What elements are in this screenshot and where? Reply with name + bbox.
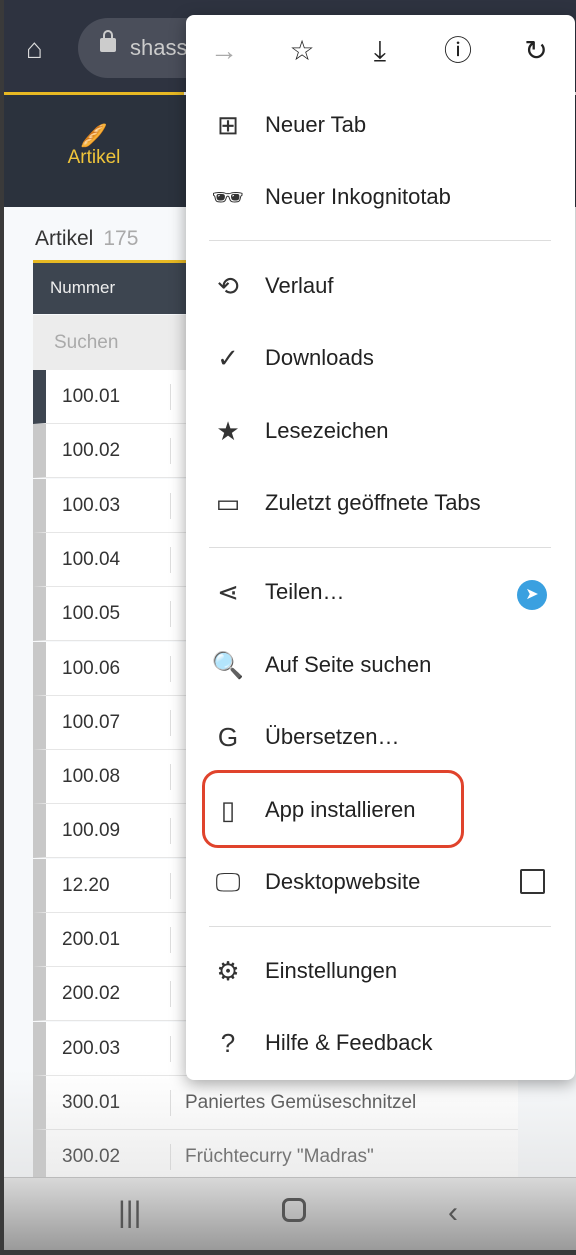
row-nummer: 100.08 — [62, 766, 121, 788]
menu-item-history[interactable]: ⟲ Verlauf — [186, 256, 575, 316]
back-icon[interactable]: ‹ — [448, 1196, 458, 1230]
browser-menu: → ☆ ⤓ ⓘ ↻ ⊞ Neuer Tab 🕶 Neuer Inkognitotab ⟲… — [186, 15, 575, 1080]
row-nummer: 12.20 — [62, 874, 110, 896]
devices-icon: ▭ — [215, 488, 241, 518]
download-icon[interactable]: ⤓ — [362, 33, 398, 69]
telegram-icon[interactable]: ➤ — [517, 580, 547, 610]
menu-item-label: Auf Seite suchen — [265, 652, 432, 677]
title-text: Artikel — [35, 227, 94, 250]
desktop-site-checkbox[interactable] — [520, 869, 545, 894]
menu-divider — [209, 547, 551, 548]
menu-item-label: Übersetzen… — [265, 724, 400, 749]
share-icon: ⋖ — [217, 577, 239, 607]
column-separator — [170, 546, 171, 573]
menu-item-help[interactable]: ? Hilfe & Feedback — [186, 1013, 575, 1073]
lock-icon — [100, 30, 116, 52]
table-row[interactable]: 300.01 Paniertes Gemüseschnitzel — [33, 1075, 518, 1130]
menu-item-star[interactable]: ★ Lesezeichen — [186, 401, 575, 461]
nav-item-label: Artikel — [67, 147, 121, 168]
system-nav-bar: ||| ‹ — [4, 1177, 576, 1250]
menu-item-label: Neuer Inkognitotab — [265, 184, 451, 209]
star-icon: ★ — [216, 416, 240, 446]
menu-item-translate[interactable]: G Übersetzen… — [186, 707, 575, 767]
row-nummer: 100.07 — [62, 711, 121, 733]
home-button-icon[interactable] — [282, 1198, 306, 1222]
url-text: shass — [130, 35, 188, 60]
column-separator — [170, 981, 171, 1008]
column-separator — [170, 818, 171, 845]
menu-item-find-in-page[interactable]: 🔍 Auf Seite suchen — [186, 635, 575, 695]
history-icon: ⟲ — [217, 271, 239, 301]
incognito-icon: 🕶 — [211, 182, 245, 212]
menu-item-plus-box[interactable]: ⊞ Neuer Tab — [186, 95, 575, 155]
menu-item-gear[interactable]: ⚙ Einstellungen — [186, 941, 575, 1001]
gear-icon: ⚙ — [216, 956, 240, 986]
item-count: 175 — [103, 227, 139, 250]
menu-item-label: Zuletzt geöffnete Tabs — [265, 490, 481, 515]
column-separator — [170, 1035, 171, 1062]
column-separator — [170, 1089, 171, 1116]
column-separator — [170, 1144, 171, 1171]
download-check-icon: ✓ — [217, 343, 239, 373]
row-nummer: 200.03 — [62, 1037, 121, 1059]
desktop-icon: 🖵 — [215, 867, 241, 897]
menu-item-label: Teilen… — [265, 579, 345, 604]
menu-item-incognito[interactable]: 🕶 Neuer Inkognitotab — [186, 167, 575, 227]
star-outline-icon[interactable]: ☆ — [284, 33, 320, 69]
row-name: Paniertes Gemüseschnitzel — [185, 1091, 417, 1113]
menu-item-label: Desktopwebsite — [265, 869, 421, 894]
reload-icon[interactable]: ↻ — [518, 33, 554, 69]
column-separator — [170, 601, 171, 628]
row-nummer: 200.01 — [62, 929, 121, 950]
row-nummer: 100.01 — [62, 386, 121, 407]
find-in-page-icon: 🔍 — [211, 650, 245, 680]
menu-item-label: Downloads — [265, 345, 374, 370]
row-nummer: 100.03 — [62, 494, 121, 516]
row-nummer: 100.04 — [62, 548, 121, 570]
column-separator — [170, 492, 171, 519]
page-title: Artikel 175 — [35, 227, 138, 251]
row-nummer: 100.09 — [62, 820, 121, 842]
menu-item-label: Verlauf — [265, 273, 334, 298]
bread-icon: 🥖 — [80, 123, 108, 148]
plus-box-icon: ⊞ — [217, 110, 239, 140]
menu-item-label: Neuer Tab — [265, 112, 367, 137]
menu-toolbar: → ☆ ⤓ ⓘ ↻ — [186, 15, 575, 90]
menu-divider — [209, 926, 551, 927]
highlight-box — [202, 770, 464, 848]
menu-divider — [209, 240, 551, 241]
menu-item-devices[interactable]: ▭ Zuletzt geöffnete Tabs — [186, 473, 575, 533]
column-separator — [170, 927, 171, 953]
row-nummer: 200.02 — [62, 983, 121, 1005]
column-separator — [170, 709, 171, 736]
menu-item-label: Hilfe & Feedback — [265, 1030, 433, 1055]
info-icon[interactable]: ⓘ — [440, 33, 476, 69]
nav-item-artikel[interactable]: 🥖 Artikel — [44, 125, 144, 169]
forward-arrow-icon[interactable]: → — [206, 33, 242, 69]
column-separator — [170, 438, 171, 465]
menu-item-label: Lesezeichen — [265, 418, 389, 443]
column-separator — [170, 384, 171, 410]
row-nummer: 100.05 — [62, 603, 121, 625]
menu-item-label: Einstellungen — [265, 958, 398, 983]
help-icon: ? — [220, 1028, 236, 1058]
menu-item-desktop[interactable]: 🖵 Desktopwebsite — [186, 852, 575, 912]
row-nummer: 100.02 — [62, 440, 121, 462]
translate-icon: G — [217, 722, 239, 752]
menu-item-download-check[interactable]: ✓ Downloads — [186, 328, 575, 388]
home-icon[interactable]: ⌂ — [26, 34, 56, 64]
column-separator — [170, 872, 171, 899]
recent-apps-icon[interactable]: ||| — [118, 1196, 141, 1230]
column-separator — [170, 655, 171, 682]
row-nummer: 100.06 — [62, 657, 121, 679]
column-separator — [170, 764, 171, 791]
row-nummer: 300.01 — [62, 1091, 121, 1113]
